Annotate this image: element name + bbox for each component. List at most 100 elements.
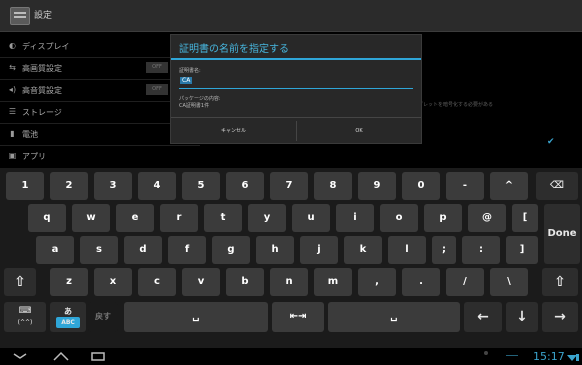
- ok-button[interactable]: OK: [297, 118, 421, 144]
- key-b[interactable]: b: [226, 268, 264, 296]
- display-icon: ◐: [9, 41, 16, 50]
- key-j[interactable]: j: [300, 236, 338, 264]
- key-open-bracket[interactable]: [: [512, 204, 538, 232]
- key-l[interactable]: l: [388, 236, 426, 264]
- key-p[interactable]: p: [424, 204, 462, 232]
- key-g[interactable]: g: [212, 236, 250, 264]
- app-title: 設定: [34, 11, 53, 21]
- keyboard-icon: ⌨: [18, 306, 32, 316]
- left-arrow-key[interactable]: ←: [464, 302, 502, 332]
- key-comma[interactable]: ,: [358, 268, 396, 296]
- recent-apps-icon[interactable]: [90, 350, 106, 362]
- key-a[interactable]: a: [36, 236, 74, 264]
- key-s[interactable]: s: [80, 236, 118, 264]
- space-key-left[interactable]: ␣: [124, 302, 268, 332]
- status-clock: 15:17: [533, 350, 565, 363]
- key-k[interactable]: k: [344, 236, 382, 264]
- soft-keyboard: 1 2 3 4 5 6 7 8 9 0 - ^ ⌫ q w e r t y u …: [0, 168, 582, 348]
- key-1[interactable]: 1: [6, 172, 44, 200]
- space-key-right[interactable]: ␣: [328, 302, 460, 332]
- key-7[interactable]: 7: [270, 172, 308, 200]
- emoji-label: (^^): [17, 319, 33, 326]
- abc-label: ABC: [56, 317, 80, 328]
- name-certificate-dialog: 証明書の名前を指定する 証明書名: CA パッケージの内容: CA証明書1件 キ…: [170, 34, 422, 144]
- key-c[interactable]: c: [138, 268, 176, 296]
- notification-dot-icon: [484, 351, 488, 355]
- key-slash[interactable]: /: [446, 268, 484, 296]
- key-backslash[interactable]: \: [490, 268, 528, 296]
- certificate-name-label: 証明書名:: [179, 68, 201, 74]
- key-caret[interactable]: ^: [490, 172, 528, 200]
- certificate-name-value[interactable]: CA: [180, 77, 193, 84]
- key-n[interactable]: n: [270, 268, 308, 296]
- key-close-bracket[interactable]: ]: [506, 236, 538, 264]
- emoji-key[interactable]: ⌨ (^^): [4, 302, 46, 332]
- key-r[interactable]: r: [160, 204, 198, 232]
- battery-icon: ▮: [10, 129, 15, 138]
- key-z[interactable]: z: [50, 268, 88, 296]
- settings-item-label: アプリ: [22, 152, 46, 161]
- key-u[interactable]: u: [292, 204, 330, 232]
- package-contents-value: CA証明書1件: [179, 103, 210, 109]
- settings-item-apps[interactable]: ▣ アプリ: [0, 145, 200, 167]
- key-m[interactable]: m: [314, 268, 352, 296]
- done-key[interactable]: Done: [544, 204, 580, 264]
- certificate-name-input[interactable]: CA: [179, 75, 413, 89]
- kana-abc-toggle-key[interactable]: あ ABC: [50, 302, 86, 332]
- settings-item-label: ディスプレイ: [22, 42, 70, 51]
- encryption-note: ブレットを暗号化する必要がある: [418, 102, 494, 108]
- key-5[interactable]: 5: [182, 172, 220, 200]
- key-colon[interactable]: :: [462, 236, 500, 264]
- key-t[interactable]: t: [204, 204, 242, 232]
- settings-item-label: 高音質設定: [22, 86, 62, 95]
- hq-picture-icon: ⇆: [9, 63, 16, 72]
- wifi-battery-icon: [567, 354, 579, 361]
- key-x[interactable]: x: [94, 268, 132, 296]
- settings-app-icon[interactable]: [10, 7, 30, 25]
- key-9[interactable]: 9: [358, 172, 396, 200]
- shift-key-left[interactable]: ⇧: [4, 268, 36, 296]
- shift-key-right[interactable]: ⇧: [542, 268, 578, 296]
- checkbox-checked-icon[interactable]: ✔: [547, 137, 555, 147]
- settings-item-label: 高画質設定: [22, 64, 62, 73]
- hq-picture-switch[interactable]: OFF: [146, 62, 168, 73]
- backspace-key[interactable]: ⌫: [536, 172, 578, 200]
- system-nav-bar: 15:17: [0, 348, 582, 365]
- key-at[interactable]: @: [468, 204, 506, 232]
- hq-sound-switch[interactable]: OFF: [146, 84, 168, 95]
- action-bar: 設定: [0, 0, 582, 32]
- key-h[interactable]: h: [256, 236, 294, 264]
- settings-item-label: 電池: [22, 130, 38, 139]
- key-3[interactable]: 3: [94, 172, 132, 200]
- key-o[interactable]: o: [380, 204, 418, 232]
- package-contents-label: パッケージの内容:: [179, 96, 221, 102]
- key-4[interactable]: 4: [138, 172, 176, 200]
- key-period[interactable]: .: [402, 268, 440, 296]
- key-v[interactable]: v: [182, 268, 220, 296]
- home-icon[interactable]: [52, 350, 70, 362]
- key-2[interactable]: 2: [50, 172, 88, 200]
- down-arrow-key[interactable]: ↓: [506, 302, 538, 332]
- key-y[interactable]: y: [248, 204, 286, 232]
- dialog-title: 証明書の名前を指定する: [179, 44, 289, 55]
- key-8[interactable]: 8: [314, 172, 352, 200]
- key-minus[interactable]: -: [446, 172, 484, 200]
- cancel-button[interactable]: キャンセル: [171, 118, 296, 144]
- speaker-icon: ◂): [8, 85, 17, 94]
- key-0[interactable]: 0: [402, 172, 440, 200]
- undo-key[interactable]: 戻す: [88, 302, 118, 332]
- key-i[interactable]: i: [336, 204, 374, 232]
- key-d[interactable]: d: [124, 236, 162, 264]
- key-e[interactable]: e: [116, 204, 154, 232]
- apps-icon: ▣: [8, 151, 17, 160]
- dialog-title-divider: [171, 58, 421, 60]
- key-f[interactable]: f: [168, 236, 206, 264]
- key-q[interactable]: q: [28, 204, 66, 232]
- key-6[interactable]: 6: [226, 172, 264, 200]
- back-chevron-icon[interactable]: [12, 351, 28, 361]
- key-w[interactable]: w: [72, 204, 110, 232]
- kana-label: あ: [64, 307, 72, 316]
- convert-key[interactable]: ⇤⇥: [272, 302, 324, 332]
- key-semicolon[interactable]: ;: [432, 236, 456, 264]
- right-arrow-key[interactable]: →: [542, 302, 578, 332]
